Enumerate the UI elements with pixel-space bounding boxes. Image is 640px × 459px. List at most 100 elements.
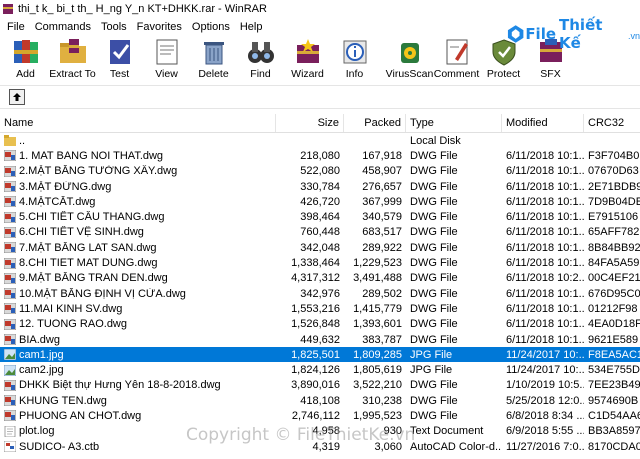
- toolbar-delete-button[interactable]: Delete: [190, 35, 237, 80]
- file-modified: 6/11/2018 10:1...: [506, 226, 584, 239]
- file-name: 1. MAT BANG NOI THAT.dwg: [19, 149, 164, 162]
- file-row[interactable]: KHUNG TEN.dwg 418,108 310,238 DWG File 5/25/…: [0, 393, 640, 408]
- file-size: 418,108: [300, 394, 340, 407]
- column-packed[interactable]: Packed: [344, 114, 406, 132]
- file-size: 218,080: [300, 149, 340, 162]
- view-document-icon: [156, 39, 177, 65]
- file-packed: 289,502: [362, 287, 402, 300]
- file-row[interactable]: DHKK Biệt thự Hưng Yên 18-8-2018.dwg 3,89…: [0, 378, 640, 393]
- toolbar-find-button[interactable]: Find: [237, 35, 284, 80]
- file-row[interactable]: 1. MAT BANG NOI THAT.dwg 218,080 167,918 DW…: [0, 148, 640, 163]
- toolbar-view-button[interactable]: View: [143, 35, 190, 80]
- file-name-cell: ..: [0, 135, 276, 147]
- dwg-file-icon: [4, 211, 16, 223]
- file-list: Name Size Packed Type Modified CRC32 .. L…: [0, 114, 640, 459]
- file-packed: 1,229,523: [353, 257, 402, 270]
- file-crc: 2E71BDB9: [588, 180, 640, 193]
- file-type: JPG File: [410, 364, 453, 377]
- file-crc: 534E755D: [588, 364, 640, 377]
- file-name: DHKK Biệt thự Hưng Yên 18-8-2018.dwg: [19, 379, 221, 392]
- file-row[interactable]: 7.MẶT BẰNG LAT SAN.dwg 342,048 289,922 DWG …: [0, 240, 640, 255]
- dwg-file-icon: [4, 379, 16, 391]
- file-size: 760,448: [300, 226, 340, 239]
- file-modified: 6/11/2018 10:1...: [506, 257, 584, 270]
- file-type: AutoCAD Color-d...: [410, 440, 502, 453]
- menu-item-help[interactable]: Help: [235, 21, 268, 33]
- toolbar-add-button[interactable]: Add: [2, 35, 49, 80]
- address-bar: [0, 86, 640, 109]
- file-row[interactable]: 9.MẶT BẰNG TRAN DEN.dwg 4,317,312 3,491,48…: [0, 271, 640, 286]
- file-type: DWG File: [410, 287, 458, 300]
- toolbar-info-button[interactable]: Info: [331, 35, 378, 80]
- file-name-cell: cam1.jpg: [0, 349, 276, 361]
- toolbar-comment-button[interactable]: Comment: [433, 35, 480, 80]
- logo-brand-2: Thiết Kế: [559, 16, 603, 52]
- file-name-cell: 4.MẶTCẮT.dwg: [0, 196, 276, 208]
- file-row[interactable]: 3.MẶT ĐỨNG.dwg 330,784 276,657 DWG File 6/11…: [0, 179, 640, 194]
- file-modified: 6/11/2018 10:1...: [506, 165, 584, 178]
- file-name: 12. TUONG RAO.dwg: [19, 318, 127, 331]
- up-folder-button[interactable]: [9, 89, 25, 105]
- file-name: 9.MẶT BẰNG TRAN DEN.dwg: [19, 272, 168, 285]
- file-row[interactable]: cam2.jpg 1,824,126 1,805,619 JPG File 11/24/…: [0, 362, 640, 377]
- file-name-cell: 6.CHI TIẾT VỆ SINH.dwg: [0, 226, 276, 238]
- file-name-cell: 7.MẶT BẰNG LAT SAN.dwg: [0, 242, 276, 254]
- column-crc[interactable]: CRC32: [584, 114, 640, 132]
- file-name-cell: DHKK Biệt thự Hưng Yên 18-8-2018.dwg: [0, 379, 276, 391]
- file-row[interactable]: .. Local Disk: [0, 133, 640, 148]
- ctb-file-icon: [4, 441, 16, 453]
- toolbar-label: Test: [109, 68, 130, 80]
- toolbar-extract-to-button[interactable]: Extract To: [49, 35, 96, 80]
- file-type: DWG File: [410, 379, 458, 392]
- file-row[interactable]: cam1.jpg 1,825,501 1,809,285 JPG File 11/24/…: [0, 347, 640, 363]
- file-row[interactable]: 10.MẶT BẰNG ĐỊNH VỊ CỬA.dwg 342,976 289,50…: [0, 286, 640, 301]
- file-crc: 8B84BB92: [588, 241, 640, 254]
- file-crc: F8EA5AC1: [588, 348, 640, 361]
- file-row[interactable]: 5.CHI TIẾT CẦU THANG.dwg 398,464 340,579 DW…: [0, 209, 640, 224]
- file-size: 4,317,312: [291, 272, 340, 285]
- toolbar-label: Info: [345, 68, 364, 80]
- toolbar-virusscan-button[interactable]: VirusScan: [386, 35, 433, 80]
- menu-item-commands[interactable]: Commands: [30, 21, 96, 33]
- file-row[interactable]: 4.MẶTCẮT.dwg 426,720 367,999 DWG File 6/11/2…: [0, 194, 640, 209]
- file-row[interactable]: BIA.dwg 449,632 383,787 DWG File 6/11/2018 1…: [0, 332, 640, 347]
- menu-item-tools[interactable]: Tools: [96, 21, 132, 33]
- file-row[interactable]: PHUONG AN CHOT.dwg 2,746,112 1,995,523 DWG …: [0, 408, 640, 423]
- file-name: 6.CHI TIẾT VỆ SINH.dwg: [19, 226, 144, 239]
- file-size: 2,746,112: [291, 409, 340, 422]
- column-name[interactable]: Name: [0, 114, 276, 132]
- file-modified: 6/11/2018 10:1...: [506, 180, 584, 193]
- file-row[interactable]: 8.CHI TIET MAT DUNG.dwg 1,338,464 1,229,52…: [0, 255, 640, 270]
- file-type: Local Disk: [410, 134, 461, 147]
- file-packed: 1,995,523: [353, 409, 402, 422]
- file-name-cell: 8.CHI TIET MAT DUNG.dwg: [0, 257, 276, 269]
- dwg-file-icon: [4, 257, 16, 269]
- file-type: DWG File: [410, 318, 458, 331]
- file-packed: 458,907: [362, 165, 402, 178]
- file-row[interactable]: 12. TUONG RAO.dwg 1,526,848 1,393,601 DWG F…: [0, 317, 640, 332]
- window-title: thi_t k_ bi_t th_ H_ng Y_n KT+DHKK.rar -…: [18, 3, 267, 15]
- toolbar-label: SFX: [540, 68, 561, 80]
- file-crc: 676D95C0: [588, 287, 640, 300]
- file-crc: 65AFF782: [588, 226, 640, 239]
- virusscan-icon: [400, 43, 419, 63]
- menu-item-file[interactable]: File: [2, 21, 30, 33]
- file-crc: C1D54AA6: [588, 409, 640, 422]
- file-row[interactable]: 2.MẶT BẰNG TƯỜNG XÂY.dwg 522,080 458,907 DW…: [0, 164, 640, 179]
- column-size[interactable]: Size: [276, 114, 344, 132]
- column-type[interactable]: Type: [406, 114, 502, 132]
- file-size: 522,080: [300, 165, 340, 178]
- column-modified[interactable]: Modified: [502, 114, 584, 132]
- file-size: 3,890,016: [291, 379, 340, 392]
- info-icon: [343, 40, 366, 64]
- file-modified: 1/10/2019 10:5...: [506, 379, 584, 392]
- toolbar-test-button[interactable]: Test: [96, 35, 143, 80]
- toolbar-label: Extract To: [49, 68, 96, 80]
- file-name: KHUNG TEN.dwg: [19, 394, 107, 407]
- toolbar-wizard-button[interactable]: Wizard: [284, 35, 331, 80]
- file-type: DWG File: [410, 394, 458, 407]
- file-row[interactable]: 6.CHI TIẾT VỆ SINH.dwg 760,448 683,517 DWG …: [0, 225, 640, 240]
- menu-item-favorites[interactable]: Favorites: [132, 21, 187, 33]
- file-row[interactable]: 11.MAI KINH SV.dwg 1,553,216 1,415,779 DWG …: [0, 301, 640, 316]
- menu-item-options[interactable]: Options: [187, 21, 235, 33]
